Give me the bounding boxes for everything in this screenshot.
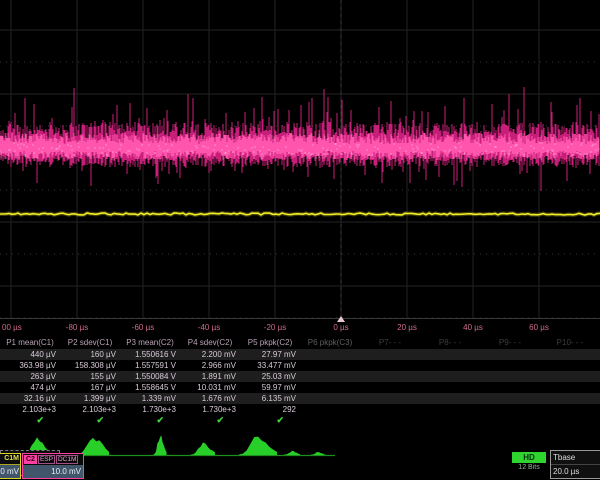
- measurement-headers: P1 mean(C1)P2 sdev(C1)P3 mean(C2)P4 sdev…: [0, 336, 600, 349]
- param-header-7[interactable]: P7- - -: [360, 336, 420, 349]
- status-check-icon: ✔: [60, 415, 104, 426]
- waveform-canvas: [0, 0, 600, 318]
- param-header-8[interactable]: P8- - -: [420, 336, 480, 349]
- measurement-status-row: ✔ ✔ ✔ ✔ ✔: [0, 415, 600, 428]
- status-check-icon: ✔: [240, 415, 284, 426]
- channel-descriptor-c1[interactable]: C1M 0 mV: [0, 453, 21, 479]
- param-value: 1.339 mV: [120, 393, 176, 404]
- param-value: 1.730e+3: [180, 404, 236, 415]
- time-axis-label: -40 µs: [198, 323, 220, 332]
- bottom-toolbar: C1M 0 mV C2 ESP DC1M 10.0 mV + HD 12 Bit…: [0, 450, 600, 480]
- c2-volts-per-div: 10.0 mV: [23, 465, 83, 478]
- param-header-9[interactable]: P9- - -: [480, 336, 540, 349]
- measurement-table: P1 mean(C1)P2 sdev(C1)P3 mean(C2)P4 sdev…: [0, 336, 600, 432]
- param-header-10[interactable]: P10- - -: [540, 336, 600, 349]
- param-value: 474 µV: [0, 382, 56, 393]
- param-value: 155 µV: [60, 371, 116, 382]
- param-value: 32.16 µV: [0, 393, 56, 404]
- trigger-position-marker[interactable]: [337, 316, 345, 322]
- param-value: 1.399 µV: [60, 393, 116, 404]
- param-value: 1.550084 V: [120, 371, 176, 382]
- param-header-5[interactable]: P5 pkpk(C2): [240, 336, 300, 349]
- c2-esp-badge: ESP: [38, 455, 55, 464]
- param-header-6[interactable]: P6 pkpk(C3): [300, 336, 360, 349]
- param-value: 1.891 mV: [180, 371, 236, 382]
- table-row: 440 µV 160 µV 1.550616 V 2.200 mV 27.97 mV: [0, 349, 600, 360]
- time-axis-label: 20 µs: [397, 323, 417, 332]
- param-value: 1.558645 V: [120, 382, 176, 393]
- c2-channel-badge: C2: [24, 455, 37, 464]
- status-check-icon: ✔: [0, 415, 44, 426]
- param-value: 1.676 mV: [180, 393, 236, 404]
- param-value: 1.550616 V: [120, 349, 176, 360]
- channel-descriptor-c2[interactable]: C2 ESP DC1M 10.0 mV: [22, 453, 84, 479]
- status-check-icon: ✔: [180, 415, 224, 426]
- param-value: 10.031 mV: [180, 382, 236, 393]
- status-check-icon: ✔: [120, 415, 164, 426]
- timebase-descriptor[interactable]: Tbase 20.0 µs: [550, 450, 600, 479]
- table-row: 2.103e+3 2.103e+3 1.730e+3 1.730e+3 292: [0, 404, 600, 415]
- param-header-2[interactable]: P2 sdev(C1): [60, 336, 120, 349]
- time-axis: 00 µs -80 µs -60 µs -40 µs -20 µs 0 µs 20 µs 40…: [0, 318, 600, 337]
- param-value: 2.966 mV: [180, 360, 236, 371]
- table-row: 474 µV 167 µV 1.558645 V 10.031 mV 59.97 mV: [0, 382, 600, 393]
- param-value: 292: [240, 404, 296, 415]
- param-header-4[interactable]: P4 sdev(C2): [180, 336, 240, 349]
- table-row: 32.16 µV 1.399 µV 1.339 mV 1.676 mV 6.135 mV: [0, 393, 600, 404]
- time-axis-label: -60 µs: [132, 323, 154, 332]
- param-value: 440 µV: [0, 349, 56, 360]
- time-axis-label: -80 µs: [66, 323, 88, 332]
- param-header-1[interactable]: P1 mean(C1): [0, 336, 60, 349]
- hd-mode-badge[interactable]: HD: [512, 452, 546, 463]
- param-value: 25.03 mV: [240, 371, 296, 382]
- measurement-rows: 440 µV160 µV1.550616 V2.200 mV27.97 mV36…: [0, 349, 600, 415]
- param-value: 263 µV: [0, 371, 56, 382]
- table-row: 363.98 µV 158.308 µV 1.557591 V 2.966 mV 33.…: [0, 360, 600, 371]
- param-value: 59.97 mV: [240, 382, 296, 393]
- time-axis-label: -20 µs: [264, 323, 286, 332]
- timebase-value: 20.0 µs: [551, 465, 600, 479]
- param-value: 6.135 mV: [240, 393, 296, 404]
- time-axis-label: 60 µs: [529, 323, 549, 332]
- hd-bits-label: 12 Bits: [512, 464, 546, 471]
- param-value: 160 µV: [60, 349, 116, 360]
- timebase-label: Tbase: [551, 451, 600, 465]
- c2-coupling-badge: DC1M: [56, 455, 78, 464]
- param-value: 363.98 µV: [0, 360, 56, 371]
- param-value: 1.557591 V: [120, 360, 176, 371]
- param-value: 2.103e+3: [60, 404, 116, 415]
- param-value: 2.103e+3: [0, 404, 56, 415]
- oscilloscope-app: { "colors": { "background": "#000000", "…: [0, 0, 600, 480]
- param-value: 158.308 µV: [60, 360, 116, 371]
- c2-badge-row: C2 ESP DC1M: [23, 454, 83, 465]
- table-row: 263 µV 155 µV 1.550084 V 1.891 mV 25.03 mV: [0, 371, 600, 382]
- param-value: 2.200 mV: [180, 349, 236, 360]
- param-value: 33.477 mV: [240, 360, 296, 371]
- param-value: 167 µV: [60, 382, 116, 393]
- time-axis-label: 0 µs: [333, 323, 348, 332]
- param-value: 1.730e+3: [120, 404, 176, 415]
- c1-coupling-badge: C1M: [0, 454, 20, 465]
- c1-volts-per-div: 0 mV: [0, 465, 20, 478]
- param-value: 27.97 mV: [240, 349, 296, 360]
- time-axis-label: 40 µs: [463, 323, 483, 332]
- param-header-3[interactable]: P3 mean(C2): [120, 336, 180, 349]
- waveform-display[interactable]: [0, 0, 600, 318]
- time-axis-label: 00 µs: [2, 323, 22, 332]
